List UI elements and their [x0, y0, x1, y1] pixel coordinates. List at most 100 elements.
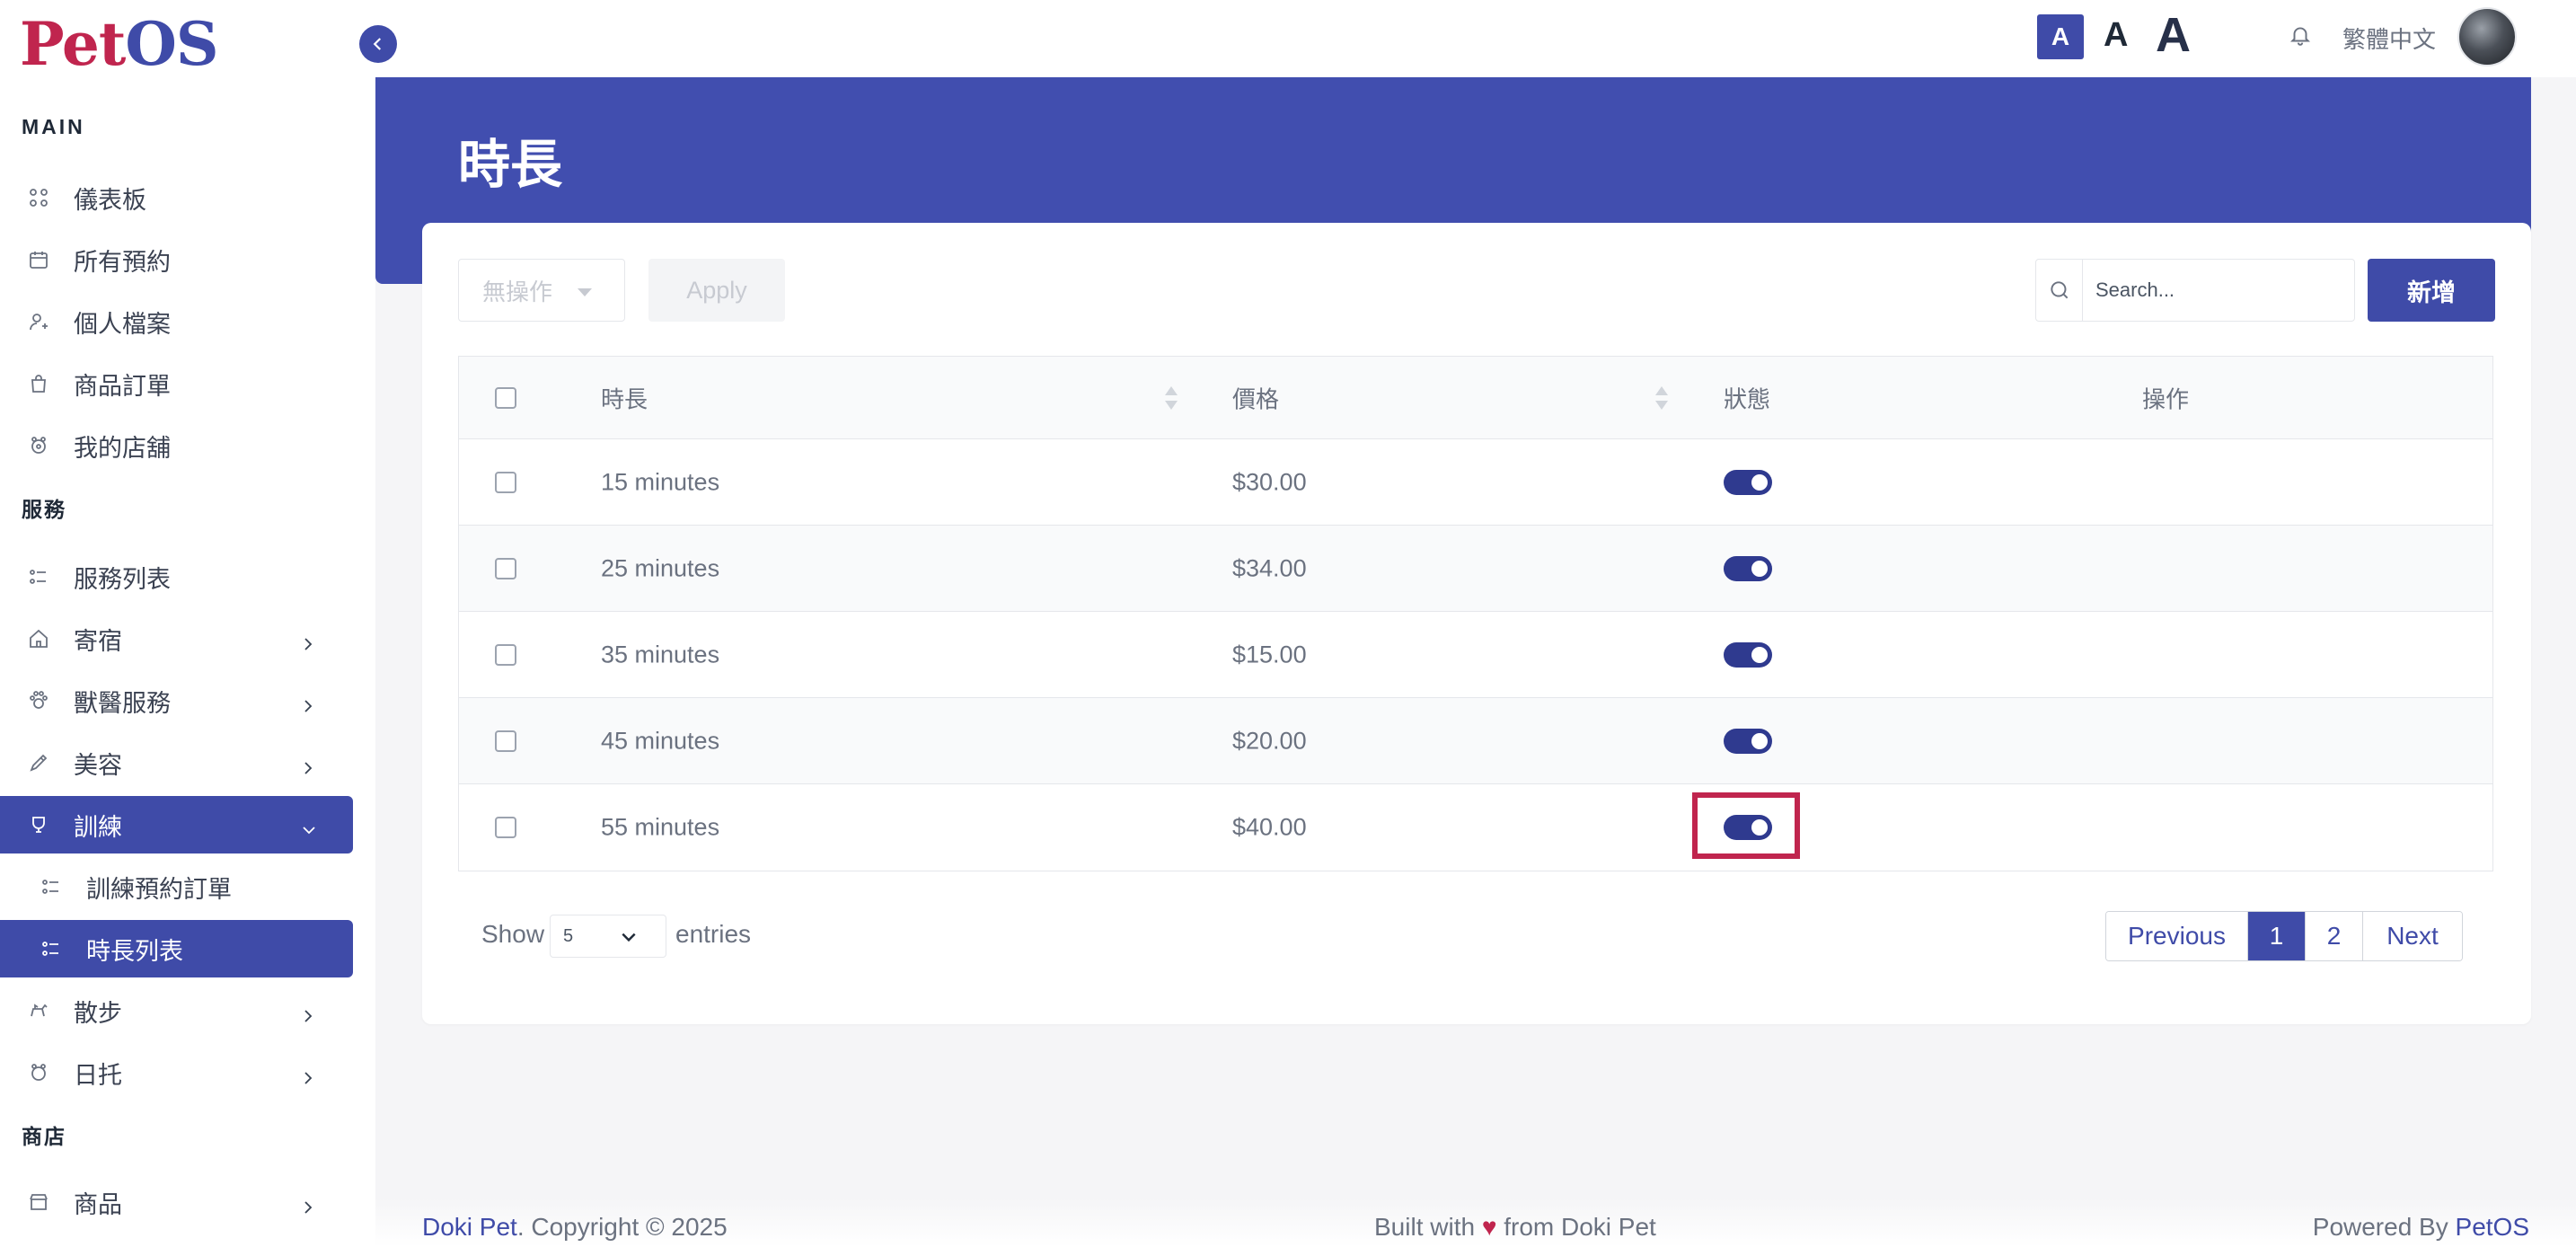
sidebar-item-training[interactable]: 訓練 — [0, 796, 353, 853]
sidebar-item-label: 時長列表 — [86, 937, 183, 965]
row-checkbox[interactable] — [495, 730, 516, 752]
bulk-action-select[interactable]: 無操作 — [458, 259, 625, 322]
row-checkbox[interactable] — [495, 643, 516, 666]
footer-brand-link[interactable]: Doki Pet — [422, 1213, 517, 1241]
sidebar-item-label: 日托 — [74, 1061, 122, 1089]
apply-button[interactable]: Apply — [648, 259, 785, 322]
font-size-medium-button[interactable]: A — [2104, 16, 2128, 55]
duration-cell: 25 minutes — [601, 554, 720, 581]
font-size-large-button[interactable]: A — [2156, 7, 2191, 63]
duration-cell: 55 minutes — [601, 813, 720, 841]
sort-icon[interactable] — [1165, 385, 1178, 411]
price-cell: $34.00 — [1232, 554, 1307, 581]
sidebar-item-appointments[interactable]: 所有預約 — [0, 231, 352, 288]
sidebar-item-store[interactable]: 我的店舖 — [0, 417, 352, 474]
list-icon — [38, 873, 65, 900]
entries-label: entries — [675, 920, 752, 948]
column-header-actions: 操作 — [2142, 385, 2190, 412]
row-checkbox[interactable] — [495, 557, 516, 579]
chevron-right-icon — [300, 1065, 316, 1084]
sidebar-item-label: 訓練預約訂單 — [86, 875, 232, 903]
sidebar-item-vet[interactable]: 獸醫服務 — [0, 672, 352, 730]
next-page-button[interactable]: Next — [2363, 912, 2462, 960]
copyright-text: . Copyright © 2025 — [516, 1213, 728, 1241]
powered-by-text: Powered By — [2312, 1213, 2448, 1241]
chevron-left-icon — [373, 38, 382, 50]
list-icon — [25, 563, 52, 590]
duration-cell: 35 minutes — [601, 641, 720, 668]
previous-page-button[interactable]: Previous — [2106, 912, 2248, 960]
column-header-price[interactable]: 價格 — [1232, 381, 1279, 414]
sidebar-item-walking[interactable]: 散步 — [0, 982, 352, 1039]
built-with-text: Built with — [1374, 1213, 1476, 1241]
page-size-value: 5 — [563, 925, 574, 946]
column-header-status: 狀態 — [1724, 385, 1771, 412]
sidebar-item-products[interactable]: 商品 — [0, 1173, 352, 1231]
language-switcher[interactable]: 繁體中文 — [2342, 22, 2436, 55]
topbar: A A A 繁體中文 — [375, 0, 2576, 77]
table-row: 35 minutes $15.00 — [459, 612, 2492, 698]
font-size-small-button[interactable]: A — [2037, 14, 2084, 59]
daycare-icon — [25, 1059, 52, 1086]
search-icon — [2036, 260, 2083, 321]
sidebar-item-dashboard[interactable]: 儀表板 — [0, 169, 352, 226]
sidebar-item-label: 商品訂單 — [74, 372, 171, 400]
table-row: 45 minutes $20.00 — [459, 698, 2492, 784]
bell-icon[interactable] — [2289, 23, 2312, 47]
sort-icon[interactable] — [1655, 385, 1668, 411]
highlight-box — [1692, 792, 1800, 859]
price-cell: $15.00 — [1232, 641, 1307, 668]
sidebar-item-service-list[interactable]: 服務列表 — [0, 548, 352, 606]
chevron-down-icon — [301, 817, 317, 835]
footer-petos-link[interactable]: PetOS — [2456, 1213, 2529, 1241]
sidebar-item-boarding[interactable]: 寄宿 — [0, 610, 352, 668]
sidebar-item-label: 服務列表 — [74, 565, 171, 593]
chevron-right-icon — [300, 631, 316, 650]
price-cell: $30.00 — [1232, 468, 1307, 495]
page-1-button[interactable]: 1 — [2248, 912, 2306, 960]
status-toggle[interactable] — [1724, 469, 1772, 495]
chevron-right-icon — [300, 1003, 316, 1022]
sidebar-item-orders[interactable]: 商品訂單 — [0, 355, 352, 412]
row-checkbox[interactable] — [495, 471, 516, 493]
sidebar-item-label: 美容 — [74, 751, 122, 779]
status-toggle[interactable] — [1724, 555, 1772, 581]
status-toggle[interactable] — [1724, 641, 1772, 668]
page-2-button[interactable]: 2 — [2306, 912, 2363, 960]
sidebar-item-duration-list[interactable]: 時長列表 — [0, 920, 353, 977]
bulk-action-value: 無操作 — [482, 278, 553, 305]
sidebar-item-grooming[interactable]: 美容 — [0, 734, 352, 792]
section-label-services: 服務 — [22, 498, 66, 521]
column-header-duration[interactable]: 時長 — [601, 381, 648, 414]
sidebar-item-training-orders[interactable]: 訓練預約訂單 — [0, 858, 352, 915]
sidebar-item-label: 個人檔案 — [74, 310, 171, 338]
sidebar-item-daycare[interactable]: 日托 — [0, 1044, 352, 1101]
chevron-right-icon — [300, 693, 316, 712]
sidebar-collapse-button[interactable] — [359, 25, 397, 63]
sidebar-item-label: 寄宿 — [74, 627, 122, 655]
footer-powered-by: Powered By PetOS — [2313, 1213, 2529, 1242]
footer-copyright: Doki Pet. Copyright © 2025 — [422, 1213, 728, 1242]
row-checkbox[interactable] — [495, 817, 516, 838]
petos-logo[interactable]: PetOS — [20, 13, 219, 75]
sidebar-item-label: 所有預約 — [74, 248, 171, 276]
paw-icon — [25, 687, 52, 714]
home-icon — [25, 625, 52, 652]
heart-icon: ♥ — [1481, 1213, 1497, 1241]
user-icon — [25, 308, 52, 335]
search-input[interactable] — [2083, 260, 2354, 321]
sidebar-item-profile[interactable]: 個人檔案 — [0, 293, 352, 350]
chevron-right-icon — [300, 755, 316, 774]
page-title: 時長 — [458, 136, 563, 194]
avatar[interactable] — [2457, 7, 2517, 66]
bag-icon — [25, 370, 52, 397]
list-icon — [38, 935, 65, 962]
from-text: from Doki Pet — [1504, 1213, 1656, 1241]
price-cell: $20.00 — [1232, 727, 1307, 754]
section-label-main: MAIN — [22, 115, 85, 138]
select-all-checkbox[interactable] — [495, 386, 516, 409]
add-button[interactable]: 新增 — [2368, 259, 2495, 322]
page-size-select[interactable]: 5 — [550, 915, 666, 958]
sidebar-item-label: 散步 — [74, 999, 122, 1027]
status-toggle[interactable] — [1724, 728, 1772, 754]
